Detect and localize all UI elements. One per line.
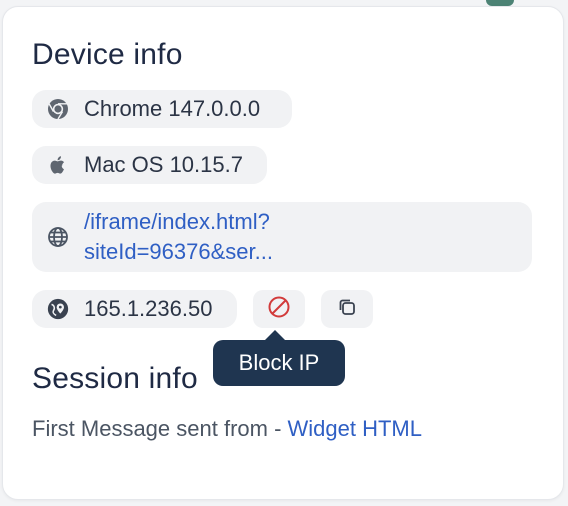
browser-label: Chrome 147.0.0.0 (84, 96, 261, 121)
widget-html-link[interactable]: Widget HTML (288, 416, 422, 441)
url-link[interactable]: /iframe/index.html? siteId=96376&ser... (84, 207, 273, 267)
block-icon (267, 295, 291, 324)
tooltip-arrow (265, 330, 285, 340)
apple-icon (46, 153, 70, 177)
globe-pin-icon (46, 297, 70, 321)
os-label: Mac OS 10.15.7 (84, 152, 243, 177)
ip-label: 165.1.236.50 (84, 296, 213, 321)
os-chip: Mac OS 10.15.7 (32, 146, 267, 184)
url-chip[interactable]: /iframe/index.html? siteId=96376&ser... (32, 202, 532, 272)
session-info-title: Session info (32, 362, 198, 395)
browser-chip: Chrome 147.0.0.0 (32, 90, 292, 128)
copy-ip-button[interactable] (321, 290, 373, 328)
first-message-line: First Message sent from - Widget HTML (32, 416, 422, 442)
ip-chip: 165.1.236.50 (32, 290, 237, 328)
copy-icon (336, 296, 358, 323)
block-ip-tooltip: Block IP (213, 340, 345, 386)
chrome-icon (46, 97, 70, 121)
block-ip-button[interactable] (253, 290, 305, 328)
first-message-prefix: First Message sent from - (32, 416, 288, 441)
url-line-1: /iframe/index.html? (84, 209, 270, 234)
device-info-title: Device info (32, 38, 183, 71)
globe-icon (46, 225, 70, 249)
url-line-2: siteId=96376&ser... (84, 239, 273, 264)
